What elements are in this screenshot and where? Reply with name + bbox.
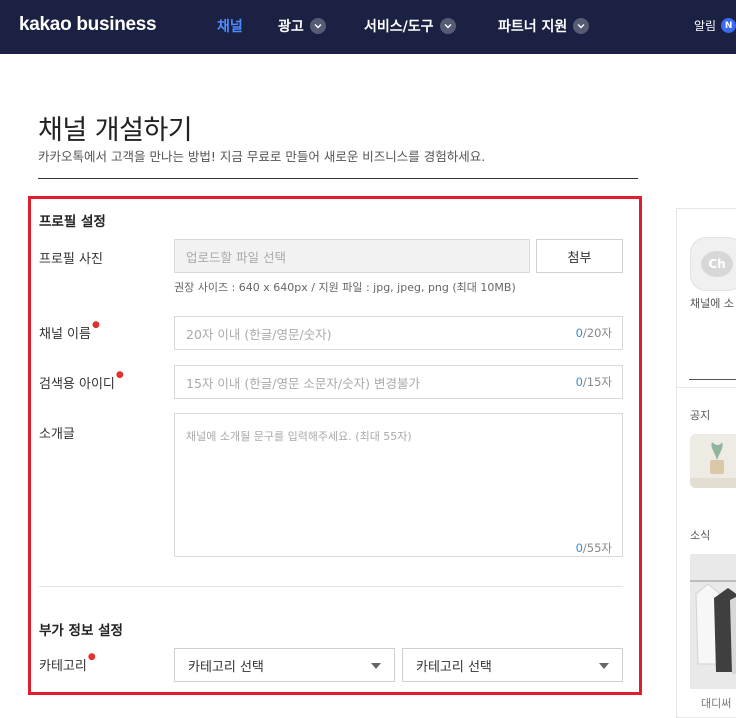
preview-news-label: 소식 bbox=[690, 529, 711, 542]
intro-counter: 0/55자 bbox=[575, 541, 612, 555]
channel-logo-placeholder: Ch bbox=[690, 237, 736, 291]
attach-button[interactable]: 첨부 bbox=[536, 239, 623, 273]
search-id-label-text: 검색용 아이디 bbox=[39, 377, 115, 392]
category-select-primary[interactable]: 카테고리 선택 bbox=[174, 648, 395, 682]
select-value: 카테고리 선택 bbox=[416, 659, 492, 675]
category-select-secondary[interactable]: 카테고리 선택 bbox=[402, 648, 623, 682]
top-navigation-bar: kakao business 채널 광고 서비스/도구 파트너 지원 알림 N bbox=[0, 0, 736, 54]
section-divider bbox=[39, 586, 623, 587]
channel-preview-panel: Ch 채널에 소 공지 소식 대디써 bbox=[676, 208, 736, 718]
news-image bbox=[690, 554, 736, 689]
intro-textarea[interactable]: 채널에 소개될 문구를 입력해주세요. (최대 55자) 0/55자 bbox=[174, 413, 623, 557]
nav-item-label: 파트너 지원 bbox=[498, 19, 568, 35]
nav-item-label: 서비스/도구 bbox=[364, 19, 434, 35]
notification-button[interactable]: 알림 N bbox=[694, 17, 736, 34]
profile-section-title: 프로필 설정 bbox=[39, 214, 106, 230]
preview-channel-text: 채널에 소 bbox=[690, 297, 734, 310]
preview-divider bbox=[677, 387, 736, 388]
channel-chat-icon: Ch bbox=[701, 251, 733, 277]
notice-image bbox=[690, 434, 736, 488]
required-mark: ● bbox=[87, 652, 96, 662]
preview-bottom-text: 대디써 bbox=[701, 697, 732, 710]
channel-name-label: 채널 이름● bbox=[39, 320, 100, 342]
nav-item-channel[interactable]: 채널 bbox=[217, 16, 243, 36]
profile-photo-file-input[interactable]: 업로드할 파일 선택 bbox=[174, 239, 530, 273]
nav-item-ads[interactable]: 광고 bbox=[278, 16, 326, 36]
chevron-down-icon bbox=[309, 18, 326, 34]
preview-notice-label: 공지 bbox=[690, 409, 711, 422]
channel-name-placeholder: 20자 이내 (한글/영문/숫자) bbox=[186, 326, 332, 342]
notification-label: 알림 bbox=[694, 19, 717, 33]
nav-item-services-tools[interactable]: 서비스/도구 bbox=[364, 16, 456, 36]
photo-hint: 권장 사이즈 : 640 x 640px / 지원 파일 : jpg, jpeg… bbox=[174, 281, 516, 294]
nav-item-label: 광고 bbox=[278, 19, 304, 35]
search-id-counter: 0/15자 bbox=[575, 375, 612, 389]
search-id-label: 검색용 아이디● bbox=[39, 370, 124, 392]
select-value: 카테고리 선택 bbox=[188, 659, 264, 675]
file-input-placeholder: 업로드할 파일 선택 bbox=[186, 249, 286, 265]
page-subtitle: 카카오톡에서 고객을 만나는 방법! 지금 무료로 만들어 새로운 비즈니스를 … bbox=[38, 149, 486, 164]
dropdown-arrow-icon bbox=[599, 663, 609, 669]
category-label: 카테고리● bbox=[39, 652, 96, 674]
kakao-business-logo[interactable]: kakao business bbox=[19, 14, 157, 36]
nav-item-partner-support[interactable]: 파트너 지원 bbox=[498, 16, 590, 36]
chevron-down-icon bbox=[573, 18, 590, 34]
preview-tab-underline bbox=[689, 379, 736, 380]
channel-name-counter: 0/20자 bbox=[575, 326, 612, 340]
intro-placeholder: 채널에 소개될 문구를 입력해주세요. (최대 55자) bbox=[186, 430, 412, 443]
dropdown-arrow-icon bbox=[371, 663, 381, 669]
required-mark: ● bbox=[91, 320, 100, 330]
chevron-down-icon bbox=[439, 18, 456, 34]
channel-name-label-text: 채널 이름 bbox=[39, 327, 91, 342]
required-mark: ● bbox=[115, 370, 124, 380]
channel-name-input[interactable]: 20자 이내 (한글/영문/숫자) 0/20자 bbox=[174, 316, 623, 350]
page-title: 채널 개설하기 bbox=[38, 115, 193, 146]
search-id-input[interactable]: 15자 이내 (한글/영문 소문자/숫자) 변경불가 0/15자 bbox=[174, 365, 623, 399]
profile-photo-label: 프로필 사진 bbox=[39, 252, 103, 267]
intro-label: 소개글 bbox=[39, 427, 75, 442]
title-divider bbox=[38, 178, 638, 179]
nav-item-label: 채널 bbox=[217, 19, 243, 35]
search-id-placeholder: 15자 이내 (한글/영문 소문자/숫자) 변경불가 bbox=[186, 375, 420, 391]
category-label-text: 카테고리 bbox=[39, 659, 87, 674]
new-badge: N bbox=[721, 18, 736, 33]
extra-section-title: 부가 정보 설정 bbox=[39, 623, 123, 639]
